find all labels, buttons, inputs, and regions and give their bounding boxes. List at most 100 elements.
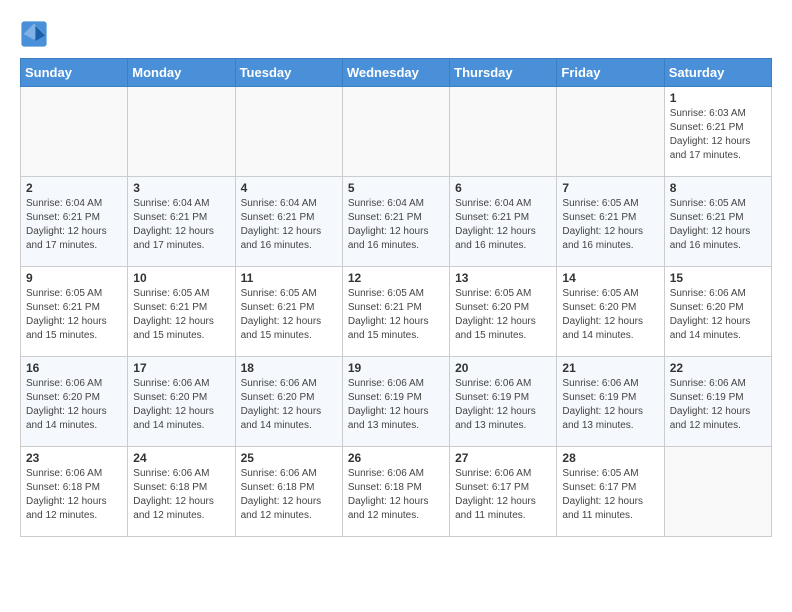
day-number: 23 xyxy=(26,451,122,465)
day-number: 25 xyxy=(241,451,337,465)
weekday-header: Sunday xyxy=(21,59,128,87)
day-number: 10 xyxy=(133,271,229,285)
day-number: 4 xyxy=(241,181,337,195)
calendar-cell: 18 Sunrise: 6:06 AM Sunset: 6:20 PM Dayli… xyxy=(235,357,342,447)
weekday-header: Wednesday xyxy=(342,59,449,87)
cell-info: Sunrise: 6:05 AM Sunset: 6:21 PM Dayligh… xyxy=(26,287,122,343)
calendar-cell: 14 Sunrise: 6:05 AM Sunset: 6:20 PM Dayli… xyxy=(557,267,664,357)
day-number: 17 xyxy=(133,361,229,375)
day-number: 27 xyxy=(455,451,551,465)
cell-info: Sunrise: 6:06 AM Sunset: 6:20 PM Dayligh… xyxy=(241,377,337,433)
day-number: 20 xyxy=(455,361,551,375)
cell-info: Sunrise: 6:05 AM Sunset: 6:20 PM Dayligh… xyxy=(562,287,658,343)
day-number: 22 xyxy=(670,361,766,375)
calendar-cell xyxy=(128,87,235,177)
cell-info: Sunrise: 6:05 AM Sunset: 6:21 PM Dayligh… xyxy=(670,197,766,253)
cell-info: Sunrise: 6:06 AM Sunset: 6:18 PM Dayligh… xyxy=(26,467,122,523)
calendar-cell: 15 Sunrise: 6:06 AM Sunset: 6:20 PM Dayli… xyxy=(664,267,771,357)
cell-info: Sunrise: 6:04 AM Sunset: 6:21 PM Dayligh… xyxy=(241,197,337,253)
calendar-week-row: 2 Sunrise: 6:04 AM Sunset: 6:21 PM Daylig… xyxy=(21,177,772,267)
calendar-table: SundayMondayTuesdayWednesdayThursdayFrid… xyxy=(20,58,772,537)
calendar-week-row: 9 Sunrise: 6:05 AM Sunset: 6:21 PM Daylig… xyxy=(21,267,772,357)
day-number: 11 xyxy=(241,271,337,285)
calendar-cell: 12 Sunrise: 6:05 AM Sunset: 6:21 PM Dayli… xyxy=(342,267,449,357)
day-number: 2 xyxy=(26,181,122,195)
cell-info: Sunrise: 6:03 AM Sunset: 6:21 PM Dayligh… xyxy=(670,107,766,163)
page-header xyxy=(20,20,772,48)
calendar-week-row: 1 Sunrise: 6:03 AM Sunset: 6:21 PM Daylig… xyxy=(21,87,772,177)
cell-info: Sunrise: 6:06 AM Sunset: 6:18 PM Dayligh… xyxy=(133,467,229,523)
calendar-cell: 3 Sunrise: 6:04 AM Sunset: 6:21 PM Daylig… xyxy=(128,177,235,267)
calendar-cell: 25Sunrise: 6:06 AM Sunset: 6:18 PM Dayli… xyxy=(235,447,342,537)
calendar-cell: 20 Sunrise: 6:06 AM Sunset: 6:19 PM Dayli… xyxy=(450,357,557,447)
day-number: 21 xyxy=(562,361,658,375)
cell-info: Sunrise: 6:05 AM Sunset: 6:21 PM Dayligh… xyxy=(562,197,658,253)
logo-icon xyxy=(20,20,48,48)
day-number: 16 xyxy=(26,361,122,375)
cell-info: Sunrise: 6:06 AM Sunset: 6:20 PM Dayligh… xyxy=(26,377,122,433)
calendar-cell: 8 Sunrise: 6:05 AM Sunset: 6:21 PM Daylig… xyxy=(664,177,771,267)
calendar-cell: 1 Sunrise: 6:03 AM Sunset: 6:21 PM Daylig… xyxy=(664,87,771,177)
calendar-cell xyxy=(21,87,128,177)
calendar-cell: 6 Sunrise: 6:04 AM Sunset: 6:21 PM Daylig… xyxy=(450,177,557,267)
calendar-cell xyxy=(235,87,342,177)
day-number: 7 xyxy=(562,181,658,195)
calendar-cell: 7 Sunrise: 6:05 AM Sunset: 6:21 PM Daylig… xyxy=(557,177,664,267)
cell-info: Sunrise: 6:06 AM Sunset: 6:19 PM Dayligh… xyxy=(455,377,551,433)
day-number: 6 xyxy=(455,181,551,195)
cell-info: Sunrise: 6:06 AM Sunset: 6:19 PM Dayligh… xyxy=(670,377,766,433)
cell-info: Sunrise: 6:05 AM Sunset: 6:20 PM Dayligh… xyxy=(455,287,551,343)
calendar-cell: 27Sunrise: 6:06 AM Sunset: 6:17 PM Dayli… xyxy=(450,447,557,537)
weekday-header: Friday xyxy=(557,59,664,87)
calendar-cell: 26Sunrise: 6:06 AM Sunset: 6:18 PM Dayli… xyxy=(342,447,449,537)
calendar-cell: 24 Sunrise: 6:06 AM Sunset: 6:18 PM Dayli… xyxy=(128,447,235,537)
cell-info: Sunrise: 6:04 AM Sunset: 6:21 PM Dayligh… xyxy=(455,197,551,253)
weekday-header: Tuesday xyxy=(235,59,342,87)
cell-info: Sunrise: 6:06 AM Sunset: 6:19 PM Dayligh… xyxy=(562,377,658,433)
calendar-cell: 17 Sunrise: 6:06 AM Sunset: 6:20 PM Dayli… xyxy=(128,357,235,447)
calendar-cell: 9 Sunrise: 6:05 AM Sunset: 6:21 PM Daylig… xyxy=(21,267,128,357)
day-number: 8 xyxy=(670,181,766,195)
day-number: 5 xyxy=(348,181,444,195)
cell-info: Sunrise: 6:04 AM Sunset: 6:21 PM Dayligh… xyxy=(133,197,229,253)
cell-info: Sunrise: 6:05 AM Sunset: 6:21 PM Dayligh… xyxy=(348,287,444,343)
day-number: 9 xyxy=(26,271,122,285)
day-number: 19 xyxy=(348,361,444,375)
calendar-cell: 21 Sunrise: 6:06 AM Sunset: 6:19 PM Dayli… xyxy=(557,357,664,447)
calendar-cell: 22 Sunrise: 6:06 AM Sunset: 6:19 PM Dayli… xyxy=(664,357,771,447)
calendar-cell xyxy=(557,87,664,177)
calendar-cell: 28 Sunrise: 6:05 AM Sunset: 6:17 PM Dayli… xyxy=(557,447,664,537)
day-number: 15 xyxy=(670,271,766,285)
calendar-cell: 11 Sunrise: 6:05 AM Sunset: 6:21 PM Dayli… xyxy=(235,267,342,357)
day-number: 18 xyxy=(241,361,337,375)
day-number: 1 xyxy=(670,91,766,105)
weekday-header: Saturday xyxy=(664,59,771,87)
cell-info: Sunrise: 6:06 AM Sunset: 6:20 PM Dayligh… xyxy=(670,287,766,343)
weekday-header: Monday xyxy=(128,59,235,87)
calendar-cell: 23 Sunrise: 6:06 AM Sunset: 6:18 PM Dayli… xyxy=(21,447,128,537)
calendar-cell xyxy=(342,87,449,177)
cell-info: Sunrise: 6:06 AM Sunset: 6:18 PM Dayligh… xyxy=(348,467,444,523)
cell-info: Sunrise: 6:06 AM Sunset: 6:20 PM Dayligh… xyxy=(133,377,229,433)
calendar-cell: 2 Sunrise: 6:04 AM Sunset: 6:21 PM Daylig… xyxy=(21,177,128,267)
cell-info: Sunrise: 6:05 AM Sunset: 6:21 PM Dayligh… xyxy=(241,287,337,343)
day-number: 12 xyxy=(348,271,444,285)
calendar-cell: 13 Sunrise: 6:05 AM Sunset: 6:20 PM Dayli… xyxy=(450,267,557,357)
calendar-cell: 10 Sunrise: 6:05 AM Sunset: 6:21 PM Dayli… xyxy=(128,267,235,357)
day-number: 28 xyxy=(562,451,658,465)
day-number: 13 xyxy=(455,271,551,285)
calendar-cell: 16 Sunrise: 6:06 AM Sunset: 6:20 PM Dayli… xyxy=(21,357,128,447)
calendar-week-row: 16 Sunrise: 6:06 AM Sunset: 6:20 PM Dayli… xyxy=(21,357,772,447)
cell-info: Sunrise: 6:05 AM Sunset: 6:17 PM Dayligh… xyxy=(562,467,658,523)
calendar-cell xyxy=(664,447,771,537)
weekday-header: Thursday xyxy=(450,59,557,87)
calendar-cell xyxy=(450,87,557,177)
day-number: 14 xyxy=(562,271,658,285)
day-number: 24 xyxy=(133,451,229,465)
cell-info: Sunrise: 6:05 AM Sunset: 6:21 PM Dayligh… xyxy=(133,287,229,343)
calendar-cell: 4 Sunrise: 6:04 AM Sunset: 6:21 PM Daylig… xyxy=(235,177,342,267)
day-number: 3 xyxy=(133,181,229,195)
cell-info: Sunrise: 6:04 AM Sunset: 6:21 PM Dayligh… xyxy=(348,197,444,253)
calendar-week-row: 23 Sunrise: 6:06 AM Sunset: 6:18 PM Dayli… xyxy=(21,447,772,537)
cell-info: Sunrise: 6:04 AM Sunset: 6:21 PM Dayligh… xyxy=(26,197,122,253)
